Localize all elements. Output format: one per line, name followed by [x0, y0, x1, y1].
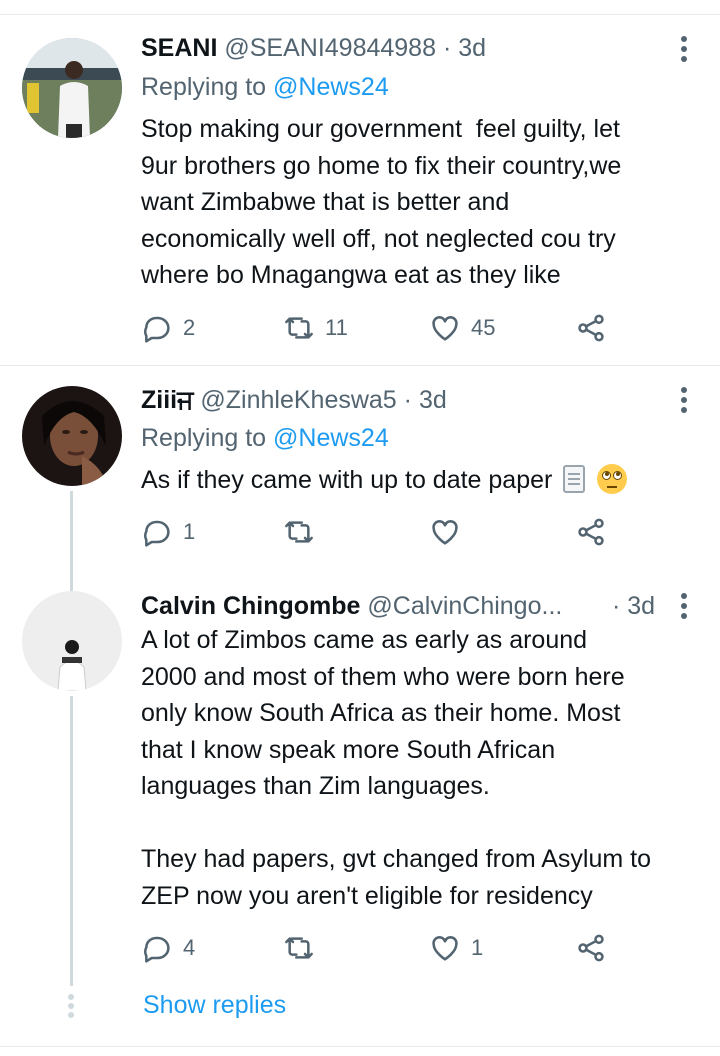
retweet-icon [285, 317, 313, 339]
reply-icon [144, 936, 170, 963]
replying-to: Replying to @News24 [141, 70, 389, 104]
replying-label: Replying to [141, 73, 274, 101]
separator: · [612, 592, 628, 620]
separator: · [436, 34, 459, 62]
separator: · [396, 386, 419, 414]
reply-icon [144, 520, 170, 547]
reply-count: 1 [183, 519, 196, 544]
heart-icon [432, 316, 458, 341]
tweet-header: SEANI @SEANI49844988 · 3d [141, 31, 486, 65]
timestamp[interactable]: 3d [458, 34, 486, 62]
page-facing-up-emoji [563, 465, 586, 493]
replying-label: Replying to [141, 424, 274, 452]
share-button[interactable] [575, 311, 607, 345]
reply-count: 2 [183, 315, 196, 340]
tweet-header: Ziiiਜ @ZinhleKheswa5 · 3d [141, 383, 447, 417]
heart-icon [432, 936, 458, 961]
timestamp[interactable]: 3d [627, 592, 655, 620]
share-icon [578, 314, 604, 342]
reply-button[interactable]: 2 [141, 311, 195, 345]
tweet-text: A lot of Zimbos came as early as around … [141, 626, 651, 910]
retweet-button[interactable]: 11 [283, 311, 348, 345]
reply-button[interactable]: 1 [141, 515, 195, 549]
tweet-header: Calvin Chingombe @CalvinChingo... [141, 589, 661, 623]
avatar[interactable] [22, 591, 122, 691]
retweet-icon [285, 937, 313, 959]
like-button[interactable]: 45 [429, 311, 495, 345]
avatar[interactable] [22, 386, 122, 486]
author-handle[interactable]: @SEANI49844988 [224, 34, 436, 62]
reply-count: 4 [183, 935, 196, 960]
thread-continuation-dots [68, 994, 74, 1024]
face-with-rolling-eyes-emoji [597, 464, 628, 494]
author-handle[interactable]: @ZinhleKheswa5 [200, 386, 396, 414]
share-icon [578, 518, 604, 546]
timestamp[interactable]: 3d [419, 386, 447, 414]
more-options-icon[interactable] [674, 383, 694, 417]
share-button[interactable] [575, 515, 607, 549]
timestamp-group: · 3d [612, 589, 655, 623]
like-count: 1 [471, 935, 484, 960]
thread-line [70, 491, 73, 586]
retweet-button[interactable] [283, 515, 325, 549]
action-bar: 4 1 [141, 931, 611, 965]
share-icon [578, 934, 604, 962]
bottom-divider [0, 1046, 720, 1047]
avatar[interactable] [22, 38, 122, 138]
action-bar: 2 11 45 [141, 311, 611, 345]
tweet-text: Stop making our government feel guilty, … [141, 115, 622, 289]
tweet-seani[interactable]: SEANI @SEANI49844988 · 3d Replying to @N… [0, 0, 720, 365]
show-replies-link[interactable]: Show replies [143, 988, 286, 1022]
more-options-icon[interactable] [674, 32, 694, 66]
retweet-icon [285, 521, 313, 543]
tweet-text-line: As if they came with up to date paper [141, 462, 701, 499]
author-name[interactable]: Calvin Chingombe [141, 592, 360, 620]
author-name[interactable]: SEANI [141, 34, 217, 62]
mention-link[interactable]: @News24 [273, 73, 389, 101]
more-options-icon[interactable] [674, 589, 694, 623]
like-button[interactable] [429, 515, 471, 549]
thread-line [70, 696, 73, 986]
retweet-count: 11 [325, 315, 348, 340]
tweet-ziii[interactable]: Ziiiਜ @ZinhleKheswa5 · 3d Replying to @N… [0, 366, 720, 586]
author-handle[interactable]: @CalvinChingo... [367, 592, 562, 620]
action-bar: 1 [141, 515, 611, 549]
reply-button[interactable]: 4 [141, 931, 195, 965]
mention-link[interactable]: @News24 [273, 424, 389, 452]
share-button[interactable] [575, 931, 607, 965]
tweet-calvin[interactable]: Calvin Chingombe @CalvinChingo... · 3d A… [0, 586, 720, 986]
tweet-text: As if they came with up to date paper [141, 466, 553, 494]
like-count: 45 [471, 315, 496, 340]
replying-to: Replying to @News24 [141, 421, 389, 455]
author-name[interactable]: Ziiiਜ [141, 386, 193, 414]
reply-icon [144, 316, 170, 343]
heart-icon [432, 520, 458, 545]
retweet-button[interactable] [283, 931, 325, 965]
like-button[interactable]: 1 [429, 931, 483, 965]
